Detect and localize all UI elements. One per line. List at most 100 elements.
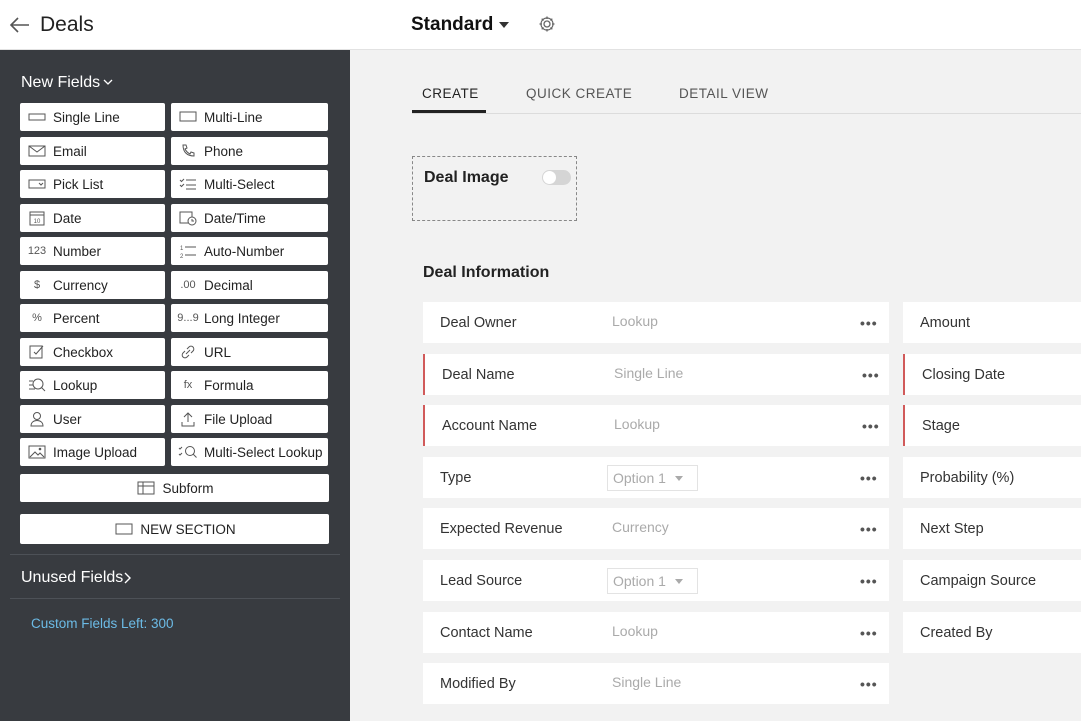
field-type-label: Phone bbox=[204, 143, 244, 159]
field-type-label: Multi-Select bbox=[204, 176, 275, 192]
new-fields-heading[interactable]: New Fields bbox=[21, 74, 100, 92]
field-label: Next Step bbox=[920, 521, 984, 538]
field-label: Probability (%) bbox=[920, 469, 1015, 486]
field-label: Expected Revenue bbox=[440, 521, 563, 538]
email-icon bbox=[26, 143, 48, 159]
field-type-formula[interactable]: fx Formula bbox=[171, 371, 328, 399]
field-row[interactable]: Closing Date bbox=[903, 353, 1081, 395]
url-icon bbox=[177, 344, 199, 360]
field-row[interactable]: Type Option 1 ••• bbox=[423, 456, 889, 498]
more-options-icon[interactable]: ••• bbox=[860, 573, 878, 589]
field-type-url[interactable]: URL bbox=[171, 338, 328, 366]
tab-detail-view[interactable]: DETAIL VIEW bbox=[679, 86, 769, 101]
field-type-label: Pick List bbox=[53, 176, 104, 192]
svg-text:1: 1 bbox=[180, 246, 184, 252]
field-type-label: Single Line bbox=[53, 109, 120, 125]
field-type-checkbox[interactable]: Checkbox bbox=[20, 338, 165, 366]
field-row[interactable]: Lead Source Option 1 ••• bbox=[423, 560, 889, 601]
field-type-user[interactable]: User bbox=[20, 405, 165, 433]
field-type-long-integer[interactable]: 9...9 Long Integer bbox=[171, 304, 328, 332]
field-type-placeholder: Lookup bbox=[612, 313, 658, 329]
unused-fields-heading[interactable]: Unused Fields bbox=[21, 569, 123, 587]
field-type-pick-list[interactable]: Pick List bbox=[20, 170, 165, 198]
field-type-multi-select-lookup[interactable]: Multi-Select Lookup bbox=[171, 438, 328, 466]
more-options-icon[interactable]: ••• bbox=[860, 625, 878, 641]
date-time-icon bbox=[177, 210, 199, 226]
picklist-value: Option 1 bbox=[613, 573, 666, 589]
field-type-placeholder: Single Line bbox=[612, 674, 682, 691]
field-type-multi-select[interactable]: Multi-Select bbox=[171, 170, 328, 198]
field-type-percent[interactable]: % Percent bbox=[20, 304, 165, 332]
subform-label: Subform bbox=[162, 480, 214, 496]
field-row[interactable]: Stage bbox=[903, 405, 1081, 447]
svg-text:10: 10 bbox=[34, 219, 41, 225]
field-row[interactable]: Probability (%) bbox=[903, 456, 1081, 498]
field-type-date-time[interactable]: Date/Time bbox=[171, 204, 328, 232]
tab-create[interactable]: CREATE bbox=[422, 86, 479, 101]
field-row[interactable]: Expected Revenue Currency ••• bbox=[423, 508, 889, 550]
more-options-icon[interactable]: ••• bbox=[862, 367, 880, 383]
field-row[interactable]: Account Name Lookup ••• bbox=[423, 405, 889, 447]
subform-button[interactable]: Subform bbox=[20, 474, 329, 502]
field-row[interactable]: Next Step bbox=[903, 508, 1081, 550]
layout-canvas: CREATE QUICK CREATE DETAIL VIEW Deal Ima… bbox=[350, 50, 1081, 721]
field-row[interactable]: Modified By Single Line ••• bbox=[423, 663, 889, 705]
field-type-label: URL bbox=[204, 344, 232, 360]
gear-icon[interactable] bbox=[537, 14, 557, 34]
tab-quick-create[interactable]: QUICK CREATE bbox=[526, 86, 632, 101]
more-options-icon[interactable]: ••• bbox=[860, 315, 878, 331]
svg-text:2: 2 bbox=[180, 254, 184, 259]
chevron-right-icon[interactable] bbox=[122, 571, 132, 585]
field-type-label: Email bbox=[53, 143, 87, 159]
field-row[interactable]: Amount bbox=[903, 302, 1081, 343]
image-upload-icon bbox=[26, 444, 48, 460]
layout-selector[interactable]: Standard bbox=[411, 14, 493, 36]
field-type-single-line[interactable]: Single Line bbox=[20, 103, 165, 131]
field-type-file-upload[interactable]: File Upload bbox=[171, 405, 328, 433]
top-bar: Deals Standard bbox=[0, 0, 1081, 50]
chevron-down-icon[interactable] bbox=[499, 22, 509, 28]
field-type-lookup[interactable]: Lookup bbox=[20, 371, 165, 399]
field-label: Closing Date bbox=[922, 366, 1006, 383]
field-type-multi-line[interactable]: Multi-Line bbox=[171, 103, 328, 131]
decimal-icon: .00 bbox=[180, 279, 196, 291]
field-type-number[interactable]: 123 Number bbox=[20, 237, 165, 265]
field-type-auto-number[interactable]: 1 2 Auto-Number bbox=[171, 237, 328, 265]
more-options-icon[interactable]: ••• bbox=[860, 470, 878, 486]
new-section-button[interactable]: NEW SECTION bbox=[20, 514, 329, 544]
single-line-icon bbox=[26, 109, 48, 125]
field-row[interactable]: Deal Owner Lookup ••• bbox=[423, 302, 889, 343]
more-options-icon[interactable]: ••• bbox=[860, 676, 878, 692]
deal-image-label: Deal Image bbox=[424, 169, 509, 186]
field-type-label: Checkbox bbox=[53, 344, 114, 360]
more-options-icon[interactable]: ••• bbox=[860, 521, 878, 537]
field-type-email[interactable]: Email bbox=[20, 137, 165, 165]
checkbox-icon bbox=[26, 344, 48, 360]
deal-image-toggle[interactable] bbox=[542, 170, 571, 185]
field-type-label: Date bbox=[53, 210, 82, 226]
field-type-label: User bbox=[53, 411, 82, 427]
field-type-label: Formula bbox=[204, 377, 254, 393]
section-title[interactable]: Deal Information bbox=[423, 264, 549, 282]
more-options-icon[interactable]: ••• bbox=[862, 418, 880, 434]
page-title: Deals bbox=[40, 13, 94, 36]
field-type-decimal[interactable]: .00 Decimal bbox=[171, 271, 328, 299]
field-label: Modified By bbox=[440, 676, 516, 693]
chevron-down-icon[interactable] bbox=[103, 77, 113, 87]
field-type-placeholder: Single Line bbox=[614, 364, 684, 381]
custom-fields-left: Custom Fields Left: 300 bbox=[31, 616, 174, 631]
field-type-image-upload[interactable]: Image Upload bbox=[20, 438, 165, 466]
pick-list-icon bbox=[26, 176, 48, 192]
field-type-date[interactable]: 10 Date bbox=[20, 204, 165, 232]
back-arrow-icon[interactable] bbox=[8, 13, 32, 37]
field-palette-sidebar: New Fields Single Line Multi-Line Email Pho… bbox=[0, 50, 350, 721]
field-row[interactable]: Contact Name Lookup ••• bbox=[423, 611, 889, 653]
field-label: Deal Owner bbox=[440, 315, 517, 331]
field-row[interactable]: Campaign Source bbox=[903, 560, 1081, 601]
field-type-currency[interactable]: $ Currency bbox=[20, 271, 165, 299]
field-type-label: Long Integer bbox=[204, 310, 280, 326]
field-type-phone[interactable]: Phone bbox=[171, 137, 328, 165]
field-row[interactable]: Deal Name Single Line ••• bbox=[423, 353, 889, 395]
field-row[interactable]: Created By bbox=[903, 611, 1081, 653]
chevron-down-icon bbox=[675, 475, 683, 481]
